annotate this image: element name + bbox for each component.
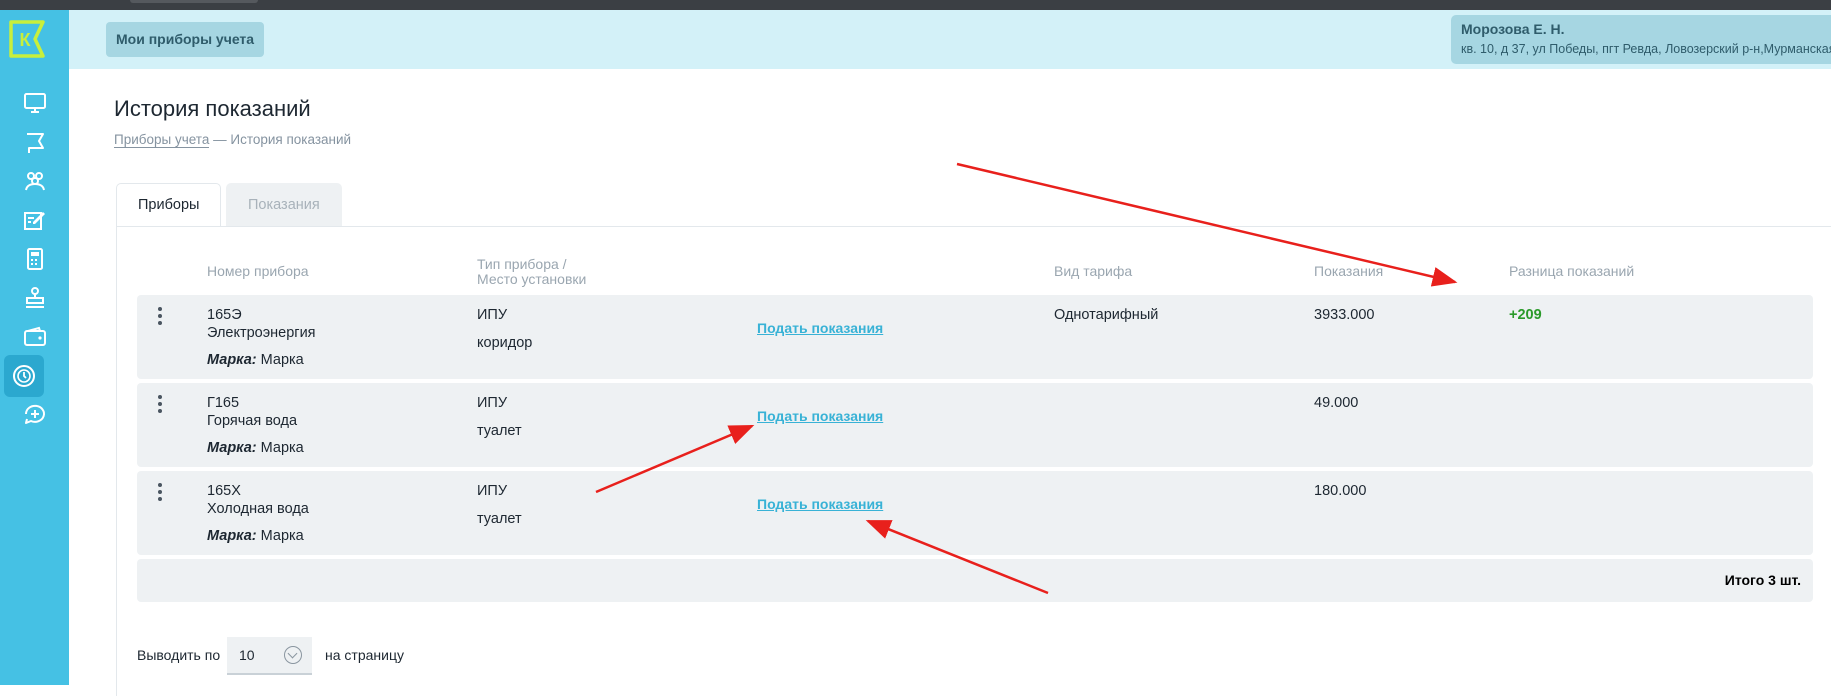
meter-reading: 3933.000 <box>1314 307 1375 323</box>
chevron-down-icon <box>284 646 302 664</box>
total-count: Итого 3 шт. <box>1724 572 1801 588</box>
meter-resource: Электроэнергия <box>207 325 316 341</box>
top-header: Мои приборы учета Морозова Е. Н. кв. 10,… <box>69 10 1831 69</box>
chat-plus-icon <box>24 404 45 424</box>
svg-text:К: К <box>20 30 32 50</box>
meter-type: ИПУ <box>477 483 508 499</box>
col-header-type: Тип прибора / Место установки <box>477 257 586 287</box>
breadcrumb-link-meters[interactable]: Приборы учета <box>114 132 210 148</box>
user-card[interactable]: Морозова Е. Н. кв. 10, д 37, ул Победы, … <box>1451 15 1831 64</box>
col-header-readings: Показания <box>1314 263 1384 279</box>
wallet-icon <box>23 326 46 346</box>
col-header-tariff: Вид тарифа <box>1054 263 1133 279</box>
meter-resource: Горячая вода <box>207 413 298 429</box>
meter-location: коридор <box>477 335 533 351</box>
meter-resource: Холодная вода <box>207 501 309 517</box>
nav-flag[interactable] <box>0 122 69 164</box>
meter-number: 165Х <box>207 483 241 499</box>
meter-type: ИПУ <box>477 307 508 323</box>
col-header-number: Номер прибора <box>207 263 309 279</box>
meter-tariff: Однотарифный <box>1054 307 1159 323</box>
submit-readings-link[interactable]: Подать показания <box>757 408 883 424</box>
nav-chat[interactable] <box>0 394 69 436</box>
edit-icon <box>23 212 45 230</box>
table-row: Г165 Горячая вода Марка: Марка ИПУ туале… <box>137 383 1813 467</box>
submit-readings-link[interactable]: Подать показания <box>757 320 883 336</box>
table-row: 165Х Холодная вода Марка: Марка ИПУ туал… <box>137 471 1813 555</box>
nav-stamp[interactable] <box>0 277 69 319</box>
nav-users[interactable] <box>0 160 69 202</box>
per-page-select[interactable]: 10 <box>227 637 312 675</box>
browser-top-strip <box>0 0 1831 10</box>
sidebar: К <box>0 10 69 685</box>
row-menu-icon[interactable] <box>155 395 165 415</box>
meter-brand: Марка: Марка <box>207 352 304 368</box>
app-logo[interactable]: К <box>7 18 49 60</box>
meter-number: 165Э <box>207 307 242 323</box>
meter-reading: 49.000 <box>1314 395 1359 411</box>
breadcrumb: Приборы учета — История показаний <box>114 132 352 148</box>
user-address: кв. 10, д 37, ул Победы, пгт Ревда, Лово… <box>1461 42 1831 56</box>
browser-tab-nub <box>130 0 258 3</box>
tab-devices[interactable]: Приборы <box>116 183 222 227</box>
nav-wallet[interactable] <box>0 316 69 358</box>
page-title: История показаний <box>114 96 311 121</box>
logo-icon: К <box>9 20 45 58</box>
flag-icon <box>26 133 44 153</box>
meter-type: ИПУ <box>477 395 508 411</box>
meter-location: туалет <box>477 423 522 439</box>
meter-reading: 180.000 <box>1314 483 1367 499</box>
col-header-type-line2: Место установки <box>477 271 587 287</box>
meter-number: Г165 <box>207 395 240 411</box>
breadcrumb-current: — История показаний <box>213 132 352 147</box>
meter-icon <box>13 365 35 387</box>
table-row: 165Э Электроэнергия Марка: Марка ИПУ кор… <box>137 295 1813 379</box>
row-menu-icon[interactable] <box>155 307 165 327</box>
monitor-icon <box>23 93 46 113</box>
brand-value: Марка <box>260 352 304 368</box>
meter-brand: Марка: Марка <box>207 440 304 456</box>
brand-value: Марка <box>260 440 304 456</box>
brand-value: Марка <box>260 528 304 544</box>
user-name: Морозова Е. Н. <box>1461 21 1565 37</box>
my-meters-button[interactable]: Мои приборы учета <box>106 22 265 57</box>
brand-label: Марка: <box>207 440 257 456</box>
col-header-type-line1: Тип прибора / <box>477 256 567 272</box>
brand-label: Марка: <box>207 352 257 368</box>
submit-readings-link[interactable]: Подать показания <box>757 496 883 512</box>
reading-diff: +209 <box>1509 307 1542 323</box>
stamp-icon <box>25 287 44 308</box>
nav-monitor[interactable] <box>0 82 69 124</box>
per-page-label: Выводить по <box>137 647 221 663</box>
nav-calculator[interactable] <box>0 238 69 280</box>
per-page-suffix: на страницу <box>325 647 404 663</box>
total-bar: Итого 3 шт. <box>137 559 1813 602</box>
per-page-value: 10 <box>239 647 255 663</box>
calculator-icon <box>26 248 43 270</box>
brand-label: Марка: <box>207 528 257 544</box>
tab-readings[interactable]: Показания <box>226 183 342 226</box>
col-header-diff: Разница показаний <box>1509 263 1635 279</box>
users-icon <box>24 172 45 191</box>
nav-edit[interactable] <box>0 199 69 241</box>
row-menu-icon[interactable] <box>155 483 165 503</box>
meter-brand: Марка: Марка <box>207 528 304 544</box>
nav-meters[interactable] <box>4 355 44 397</box>
meter-location: туалет <box>477 511 522 527</box>
